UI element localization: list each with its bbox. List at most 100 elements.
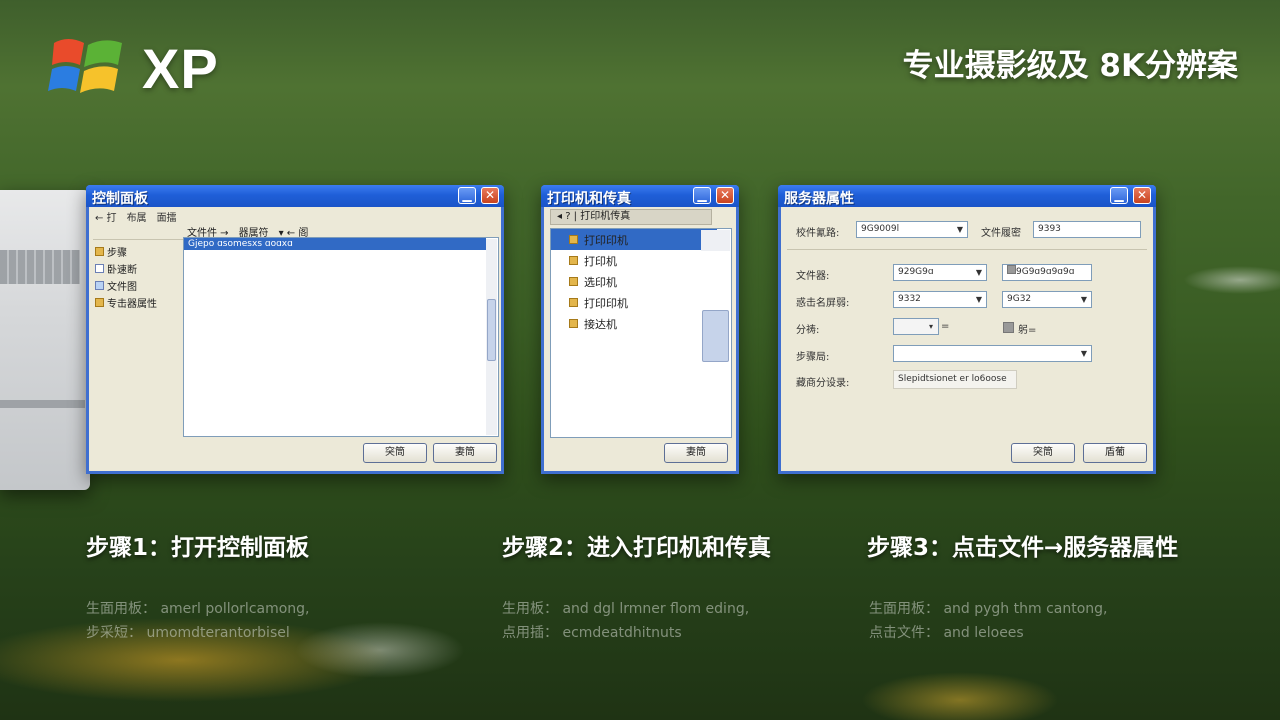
step-2-line-2: 点用插： ecmdeatdhitnuts [502, 625, 682, 641]
field-label: 惑击名屏弱: [796, 298, 850, 309]
ok-button[interactable]: 突筒 [1011, 443, 1075, 463]
vertical-scrollbar[interactable] [486, 239, 497, 435]
printer-icon [569, 256, 578, 265]
device-value-field[interactable]: 9G9ɑ9ɑ9ɑ9ɑ [1002, 264, 1092, 281]
tree-item[interactable]: 步骤 [95, 243, 183, 260]
cancel-button[interactable]: 妻筒 [433, 443, 497, 463]
printer-list[interactable]: 打印印机 打印机 选印机 打印印机 接达机 [550, 228, 732, 438]
address-bar[interactable]: ◂ ? | 打印机传真 [550, 209, 712, 225]
control-panel-window: 控制面板 ▁ ✕ ← 打 布属 面擂 文件件 → 器属符 ▾ ← 阁 步骤 卧速… [86, 185, 504, 474]
menu-bar: ← 打 布属 面擂 [89, 207, 501, 224]
list-item-label: 打印印机 [584, 233, 628, 247]
xp-wordmark: XP [142, 37, 219, 100]
step-3-line-2: 点击文件： and leloees [869, 625, 1024, 641]
list-item[interactable]: 打印机 [551, 250, 731, 271]
step-1-line-1: 生面用板： amerl pollorlcamong, [86, 601, 310, 617]
scroll-thumb[interactable] [702, 310, 729, 362]
spinner-field[interactable]: ▾ [893, 318, 939, 335]
step-1-title: 步骤1：打开控制面板 [86, 535, 310, 561]
menu-item[interactable]: ← 打 [95, 209, 117, 224]
control-panel-titlebar[interactable]: 控制面板 ▁ ✕ [86, 185, 504, 207]
chevron-down-icon: ▼ [1080, 349, 1088, 358]
field-value: 9G32 [1007, 294, 1032, 304]
server-properties-window: 服务器属性 ▁ ✕ 校件氰路: 9G9009l ▼ 文件履密 9393 文件器: … [778, 185, 1156, 474]
list-item[interactable]: 打印印机 [551, 229, 717, 250]
menu-item[interactable]: 面擂 [157, 209, 177, 224]
file-device-dropdown[interactable]: 929G9ɑ ▼ [893, 264, 987, 281]
menu-item[interactable]: 布属 [127, 209, 147, 224]
list-row-selected[interactable]: Gjepo ɑsomesxs ɑoɑxɑ [184, 238, 486, 250]
page-icon [95, 264, 104, 273]
window-title: 服务器属性 [784, 191, 854, 207]
close-button[interactable]: ✕ [716, 187, 734, 204]
checkbox-label: 躬= [1018, 325, 1037, 336]
password-field[interactable]: 9393 [1033, 221, 1141, 238]
field-value: 9G9ɑ9ɑ9ɑ9ɑ [1016, 267, 1075, 277]
divider [787, 249, 1147, 250]
minimize-button[interactable]: ▁ [693, 187, 711, 204]
file-list-pane[interactable]: Gjepo ɑsomesxs ɑoɑxɑ [183, 237, 499, 437]
list-item-label: 打印机 [584, 254, 617, 268]
field-value: 9G9009l [861, 224, 900, 234]
server-name-dropdown[interactable]: 9G9009l ▼ [856, 221, 968, 238]
printer-icon [569, 298, 578, 307]
tree-item-label: 步骤 [107, 248, 127, 259]
step-2-line-1: 生用板： and dgl lrmner flom eding, [502, 601, 750, 617]
folder-icon [95, 298, 104, 307]
list-item[interactable]: 选印机 [551, 271, 731, 292]
window-title: 打印机和传真 [547, 191, 631, 207]
chevron-down-icon: ▾ [928, 322, 933, 331]
field-suffix: = [941, 321, 950, 332]
printers-titlebar[interactable]: 打印机和传真 ▁ ✕ [541, 185, 739, 207]
close-button[interactable]: ✕ [1133, 187, 1151, 204]
close-button[interactable]: ✕ [481, 187, 499, 204]
fax-icon [569, 319, 578, 328]
field-value: 9332 [898, 294, 921, 304]
field-label: 分祷: [796, 325, 820, 336]
tree-item-label: 专击器属性 [107, 299, 157, 310]
printer-keypad [0, 250, 80, 284]
server-properties-titlebar[interactable]: 服务器属性 ▁ ✕ [778, 185, 1156, 207]
list-item-label: 打印印机 [584, 296, 628, 310]
tagline: 专业摄影级及 8K分辨案 [902, 48, 1238, 84]
field-label: 步骤局: [796, 352, 830, 363]
step-3-title: 步骤3：点击文件→服务器属性 [867, 535, 1179, 561]
folder-icon [95, 247, 104, 256]
vertical-scrollbar[interactable] [701, 230, 730, 362]
tree-item[interactable]: 专击器属性 [95, 294, 183, 311]
list-item-label: 接达机 [584, 317, 617, 331]
tree-item[interactable]: 卧速断 [95, 260, 183, 277]
checkbox[interactable] [1003, 322, 1014, 333]
field-value: 929G9ɑ [898, 267, 934, 277]
scroll-thumb[interactable] [487, 299, 496, 361]
windows-logo [48, 39, 122, 93]
directory-field[interactable]: Slepidtsionet er lo6oose [893, 370, 1017, 389]
chevron-down-icon: ▼ [975, 295, 983, 304]
tree-item-label: 文件图 [107, 282, 137, 293]
field-label: 藏商分设录: [796, 378, 850, 389]
printer-image [0, 190, 90, 490]
field-label: 校件氰路: [796, 228, 840, 239]
step-1-line-2: 步采短： umomdterantorbisel [86, 625, 290, 641]
chevron-down-icon: ▼ [1080, 295, 1088, 304]
list-item-label: 选印机 [584, 275, 617, 289]
step-3-line-1: 生面用板： and pygh thm cantong, [869, 601, 1108, 617]
checkbox-icon [1007, 265, 1016, 274]
step-2-title: 步骤2：进入打印机和传真 [502, 535, 772, 561]
field-label: 文件器: [796, 271, 830, 282]
cancel-button[interactable]: 盾葡 [1083, 443, 1147, 463]
close-dialog-button[interactable]: 妻筒 [664, 443, 728, 463]
resolution-dropdown-2[interactable]: 9G32 ▼ [1002, 291, 1092, 308]
minimize-button[interactable]: ▁ [458, 187, 476, 204]
minimize-button[interactable]: ▁ [1110, 187, 1128, 204]
printer-paper-slot [0, 400, 85, 408]
window-title: 控制面板 [92, 191, 148, 207]
folder-tree: 步骤 卧速断 文件图 专击器属性 [95, 243, 183, 501]
step-dropdown[interactable]: ▼ [893, 345, 1092, 362]
field-label: 文件履密 [981, 228, 1021, 239]
printer-icon [569, 235, 578, 244]
chevron-down-icon: ▼ [975, 268, 983, 277]
tree-item[interactable]: 文件图 [95, 277, 183, 294]
resolution-dropdown[interactable]: 9332 ▼ [893, 291, 987, 308]
ok-button[interactable]: 突筒 [363, 443, 427, 463]
